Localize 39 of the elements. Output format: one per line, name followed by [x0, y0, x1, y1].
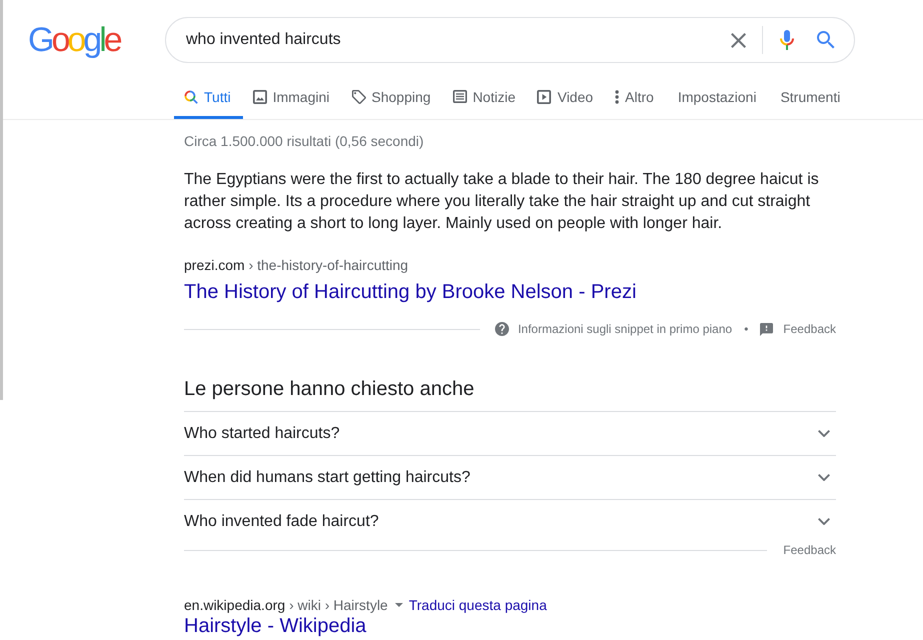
result-url: en.wikipedia.org › wiki › Hairstyle [184, 596, 388, 615]
snippet-text: The Egyptians were the first to actually take a blade to their hair. The 180 degree haicut is rather simple. Its a procedure where you literally take the hair straight up and cut straight across creating a short to long layer. Mainly used on people with longer hair. [184, 170, 820, 234]
tools-link[interactable]: Impostazioni [666, 77, 768, 119]
question-item[interactable]: When did humans start getting haircuts? [184, 455, 836, 499]
question-item[interactable]: Who invented fade haircut? [184, 499, 836, 543]
search-icon [817, 31, 835, 49]
caret-icon [394, 603, 403, 607]
image-icon [252, 90, 267, 104]
close-icon [730, 32, 746, 48]
search-field[interactable]: who invented haircuts [165, 17, 855, 63]
result-title[interactable]: Hairstyle - Wikipedia [184, 615, 366, 638]
play-icon [537, 90, 552, 104]
feedback-link[interactable]: Feedback [783, 543, 836, 557]
scrollbar-thumb[interactable] [0, 0, 3, 400]
tab[interactable]: Notizie [442, 77, 528, 119]
result-stats: Circa 1.500.000 risultati (0,56 secondi) [184, 132, 425, 151]
tab[interactable]: Immagini [242, 77, 342, 119]
translate-link[interactable]: Traduci questa pagina [408, 595, 547, 615]
separator: • [744, 322, 748, 336]
feedback-icon [760, 322, 774, 336]
section-heading: Le persone hanno chiesto anche [184, 377, 476, 402]
help-icon [494, 322, 509, 336]
tab[interactable]: Video [527, 77, 606, 119]
tab[interactable]: Tutti [174, 77, 243, 119]
snippet-info-link[interactable]: Informazioni sugli snippet in primo piano [494, 322, 732, 336]
logo[interactable]: Google [28, 20, 123, 60]
result-title[interactable]: The History of Haircutting by Brooke Nelson - Prezi [184, 279, 636, 305]
newspaper-icon [452, 90, 467, 103]
tag-icon [352, 90, 366, 104]
more-icon [615, 90, 620, 104]
tab[interactable]: Altro [605, 77, 666, 119]
tab[interactable]: Shopping [342, 77, 443, 119]
question-item[interactable]: Who started haircuts? [184, 411, 836, 455]
tools-link[interactable]: Strumenti [768, 77, 852, 119]
microphone-icon [779, 30, 795, 50]
search-icon [184, 90, 198, 104]
search-input[interactable]: who invented haircuts [186, 28, 726, 52]
result-url: prezi.com › the-history-of-haircutting [184, 256, 408, 275]
feedback-link[interactable]: Feedback [760, 322, 836, 336]
